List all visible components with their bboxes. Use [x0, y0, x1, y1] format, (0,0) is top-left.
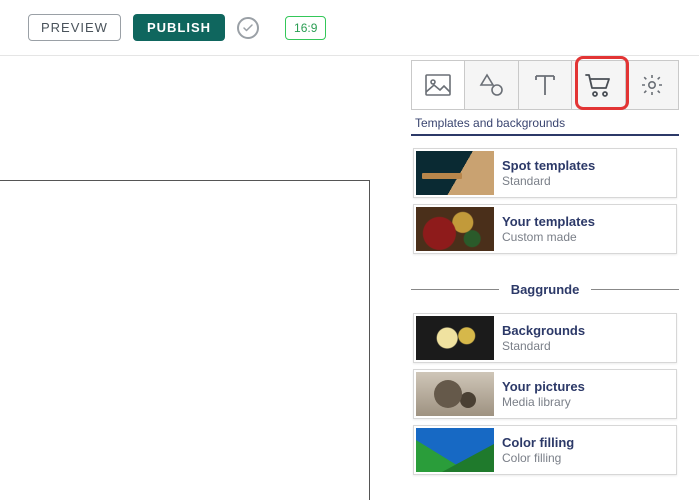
preview-button[interactable]: PREVIEW — [28, 14, 121, 41]
card-your-pictures[interactable]: Your pictures Media library — [413, 369, 677, 419]
card-title: Your pictures — [502, 379, 585, 395]
card-your-templates[interactable]: Your templates Custom made — [413, 204, 677, 254]
card-title: Color filling — [502, 435, 574, 451]
approve-icon[interactable] — [237, 17, 259, 39]
template-list: Spot templates Standard Your templates C… — [411, 136, 679, 272]
tool-tabs — [411, 60, 679, 110]
thumb-spot-templates — [416, 151, 494, 195]
card-sub: Color filling — [502, 451, 574, 465]
section-divider-backgrounds: Baggrunde — [411, 282, 679, 297]
gear-icon — [640, 73, 664, 97]
tab-image[interactable] — [412, 61, 465, 109]
topbar: PREVIEW PUBLISH 16:9 — [0, 0, 699, 56]
card-spot-templates[interactable]: Spot templates Standard — [413, 148, 677, 198]
publish-button[interactable]: PUBLISH — [133, 14, 225, 41]
cart-icon — [584, 73, 612, 97]
text-icon — [534, 73, 556, 97]
card-title: Backgrounds — [502, 323, 585, 339]
tab-text[interactable] — [519, 61, 572, 109]
panel-title: Templates and backgrounds — [411, 110, 679, 136]
section-label: Baggrunde — [499, 282, 592, 297]
tab-cart[interactable] — [572, 61, 625, 109]
background-list: Backgrounds Standard Your pictures Media… — [411, 301, 679, 493]
card-title: Spot templates — [502, 158, 595, 174]
thumb-backgrounds — [416, 316, 494, 360]
tab-shapes[interactable] — [465, 61, 518, 109]
card-backgrounds[interactable]: Backgrounds Standard — [413, 313, 677, 363]
thumb-your-templates — [416, 207, 494, 251]
card-title: Your templates — [502, 214, 595, 230]
card-sub: Standard — [502, 339, 585, 353]
card-sub: Standard — [502, 174, 595, 188]
card-sub: Media library — [502, 395, 585, 409]
canvas[interactable] — [0, 180, 370, 500]
aspect-ratio-badge[interactable]: 16:9 — [285, 16, 326, 40]
card-sub: Custom made — [502, 230, 595, 244]
image-icon — [425, 74, 451, 96]
thumb-your-pictures — [416, 372, 494, 416]
tab-settings[interactable] — [626, 61, 678, 109]
card-color-filling[interactable]: Color filling Color filling — [413, 425, 677, 475]
shapes-icon — [479, 73, 505, 97]
thumb-color-filling — [416, 428, 494, 472]
side-panel: Templates and backgrounds Spot templates… — [411, 60, 679, 493]
